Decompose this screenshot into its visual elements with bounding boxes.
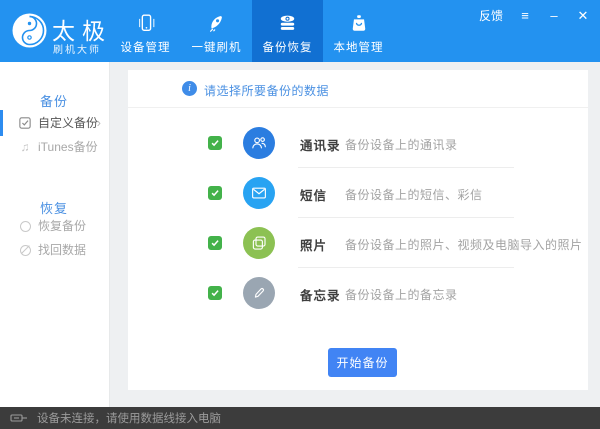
brand-subtitle: 刷机大师: [53, 41, 101, 56]
message-icon: [243, 177, 275, 209]
tab-local-management[interactable]: 本地管理: [323, 0, 394, 62]
clock-circle-icon: [18, 214, 32, 238]
close-icon[interactable]: ✕: [576, 9, 590, 23]
tab-label: 备份恢复: [263, 39, 313, 55]
row-description: 备份设备上的短信、彩信: [345, 186, 483, 203]
status-text: 设备未连接，请使用数据线接入电脑: [37, 410, 221, 426]
tab-label: 本地管理: [334, 39, 384, 55]
minimize-icon[interactable]: –: [547, 9, 561, 23]
top-bar: 太极 刷机大师 设备管理 一键刷机 备份恢复: [0, 0, 600, 62]
sidebar-item-label: iTunes备份: [38, 135, 98, 159]
rocket-icon: [206, 11, 228, 35]
feedback-link[interactable]: 反馈: [479, 7, 503, 24]
row-description: 备份设备上的照片、视频及电脑导入的照片: [345, 236, 583, 253]
checkbox-checked[interactable]: [208, 136, 222, 150]
taiji-logo-icon: [12, 13, 47, 48]
chevron-right-icon: ›: [97, 111, 101, 135]
checkbox-checked[interactable]: [208, 236, 222, 250]
sidebar-group-backup: 备份: [40, 91, 68, 110]
card-header-text: 请选择所要备份的数据: [204, 82, 329, 99]
tab-label: 设备管理: [121, 39, 171, 55]
contacts-icon: [243, 127, 275, 159]
main-area: i 请选择所要备份的数据 通讯录 备份设备上的通讯录: [110, 62, 600, 407]
sidebar-item-label: 自定义备份: [38, 111, 98, 135]
tab-label: 一键刷机: [192, 39, 242, 55]
backup-selection-card: i 请选择所要备份的数据 通讯录 备份设备上的通讯录: [128, 70, 588, 390]
info-icon: i: [182, 81, 197, 96]
backup-row-photos[interactable]: 照片 备份设备上的照片、视频及电脑导入的照片: [128, 218, 588, 268]
sidebar-item-itunes-backup[interactable]: ♫ iTunes备份: [0, 135, 110, 159]
row-title: 照片: [300, 235, 327, 254]
phone-icon: [135, 11, 157, 35]
row-title: 短信: [300, 185, 327, 204]
checkbox-icon: [18, 111, 32, 135]
tab-backup-restore[interactable]: 备份恢复: [252, 0, 323, 62]
checkbox-checked[interactable]: [208, 286, 222, 300]
pencil-icon: [243, 277, 275, 309]
backup-row-contacts[interactable]: 通讯录 备份设备上的通讯录: [128, 118, 588, 168]
start-backup-button[interactable]: 开始备份: [328, 348, 397, 377]
tab-one-key-flash[interactable]: 一键刷机: [181, 0, 252, 62]
sidebar-item-custom-backup[interactable]: 自定义备份 ›: [0, 111, 110, 135]
usb-cable-icon: [10, 413, 28, 423]
database-icon: [276, 11, 299, 35]
window-controls: 反馈 ≡ – ✕: [479, 7, 590, 24]
row-description: 备份设备上的备忘录: [345, 286, 458, 303]
row-description: 备份设备上的通讯录: [345, 136, 458, 153]
app-window: 太极 刷机大师 设备管理 一键刷机 备份恢复: [0, 0, 600, 429]
sidebar: 备份 自定义备份 › ♫ iTunes备份 恢复 恢复备份 找回数据: [0, 62, 110, 407]
music-note-icon: ♫: [18, 135, 32, 159]
backup-rows: 通讯录 备份设备上的通讯录 短信 备份设备上的短信、彩信: [128, 118, 588, 318]
slashed-circle-icon: [18, 238, 32, 262]
row-title: 通讯录: [300, 135, 341, 154]
tab-device-management[interactable]: 设备管理: [110, 0, 181, 62]
sidebar-item-restore-backup[interactable]: 恢复备份: [0, 214, 110, 238]
sidebar-item-label: 恢复备份: [38, 214, 86, 238]
backup-row-messages[interactable]: 短信 备份设备上的短信、彩信: [128, 168, 588, 218]
row-title: 备忘录: [300, 285, 341, 304]
card-header: i 请选择所要备份的数据: [128, 70, 588, 108]
checkbox-checked[interactable]: [208, 186, 222, 200]
nav-tabs: 设备管理 一键刷机 备份恢复 本地管理: [110, 0, 394, 62]
photos-icon: [243, 227, 275, 259]
bag-icon: [348, 11, 370, 35]
status-bar: 设备未连接，请使用数据线接入电脑: [0, 407, 600, 429]
menu-icon[interactable]: ≡: [518, 9, 532, 23]
sidebar-item-label: 找回数据: [38, 238, 86, 262]
backup-row-memos[interactable]: 备忘录 备份设备上的备忘录: [128, 268, 588, 318]
sidebar-item-recover-data[interactable]: 找回数据: [0, 238, 110, 262]
